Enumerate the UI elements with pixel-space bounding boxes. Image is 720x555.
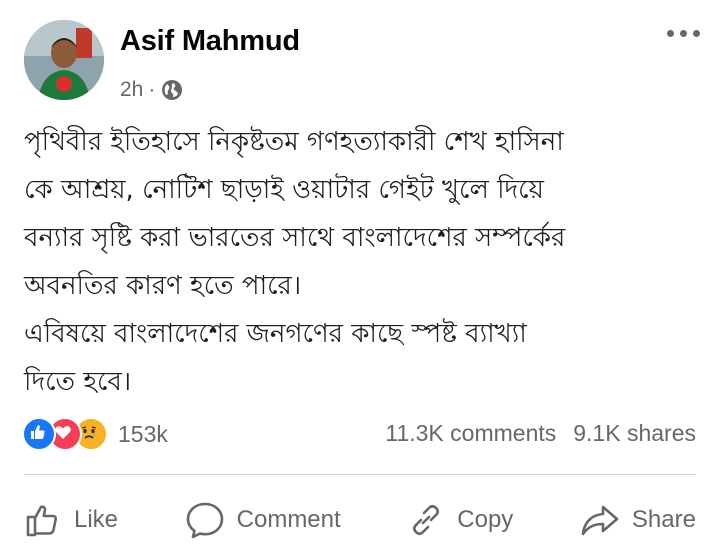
post-stats: 153k 11.3K comments 9.1K shares [22,417,696,453]
more-horizontal-icon[interactable] [667,30,700,37]
copy-button[interactable]: Copy [407,501,513,539]
comment-label: Comment [236,506,341,533]
post-text-line: পৃথিবীর ইতিহাসে নিকৃষ্টতম গণহত্যাকারী শে… [24,127,564,157]
like-label: Like [74,506,119,533]
comments-count[interactable]: 11.3K comments [385,420,556,447]
post-text-line: অবনতির কারণ হতে পারে। [24,271,302,301]
comment-icon [185,500,225,540]
share-button[interactable]: Share [580,501,696,539]
divider [24,474,696,475]
author-name[interactable]: Asif Mahmud [120,25,300,58]
share-label: Share [631,506,696,533]
reaction-count: 153k [118,420,168,447]
copy-label: Copy [457,506,514,533]
post-text-line: দিতে হবে। [24,367,132,397]
meta-separator: · [148,78,156,101]
post-text-line: কে আশ্রয়, নোটিশ ছাড়াই ওয়াটার গেইট খুল… [24,175,544,205]
globe-icon [161,79,183,101]
post-text-line: বন্যার সৃষ্টি করা ভারতের সাথে বাংলাদেশের… [24,223,566,253]
like-button[interactable]: Like [24,501,118,539]
shares-count[interactable]: 9.1K shares [573,420,696,447]
post-meta: 2h · [120,78,183,102]
post-body: পৃথিবীর ইতিহাসে নিকৃষ্টতম গণহত্যাকারী শে… [24,118,704,406]
comment-button[interactable]: Comment [185,500,341,540]
post-time[interactable]: 2h [120,78,143,102]
share-arrow-icon [580,501,620,539]
engagement-counts: 11.3K comments 9.1K shares [385,420,696,447]
post-text-line: এবিষয়ে বাংলাদেশের জনগণের কাছে স্পষ্ট ব্… [24,319,527,349]
post-header: Asif Mahmud 2h · [24,20,700,104]
action-bar: Like Comment Copy Share [24,490,696,550]
reaction-summary[interactable]: 153k [22,417,168,451]
link-icon [407,501,445,539]
avatar[interactable] [24,20,104,100]
like-reaction-icon [22,417,56,451]
thumbs-up-icon [24,501,62,539]
